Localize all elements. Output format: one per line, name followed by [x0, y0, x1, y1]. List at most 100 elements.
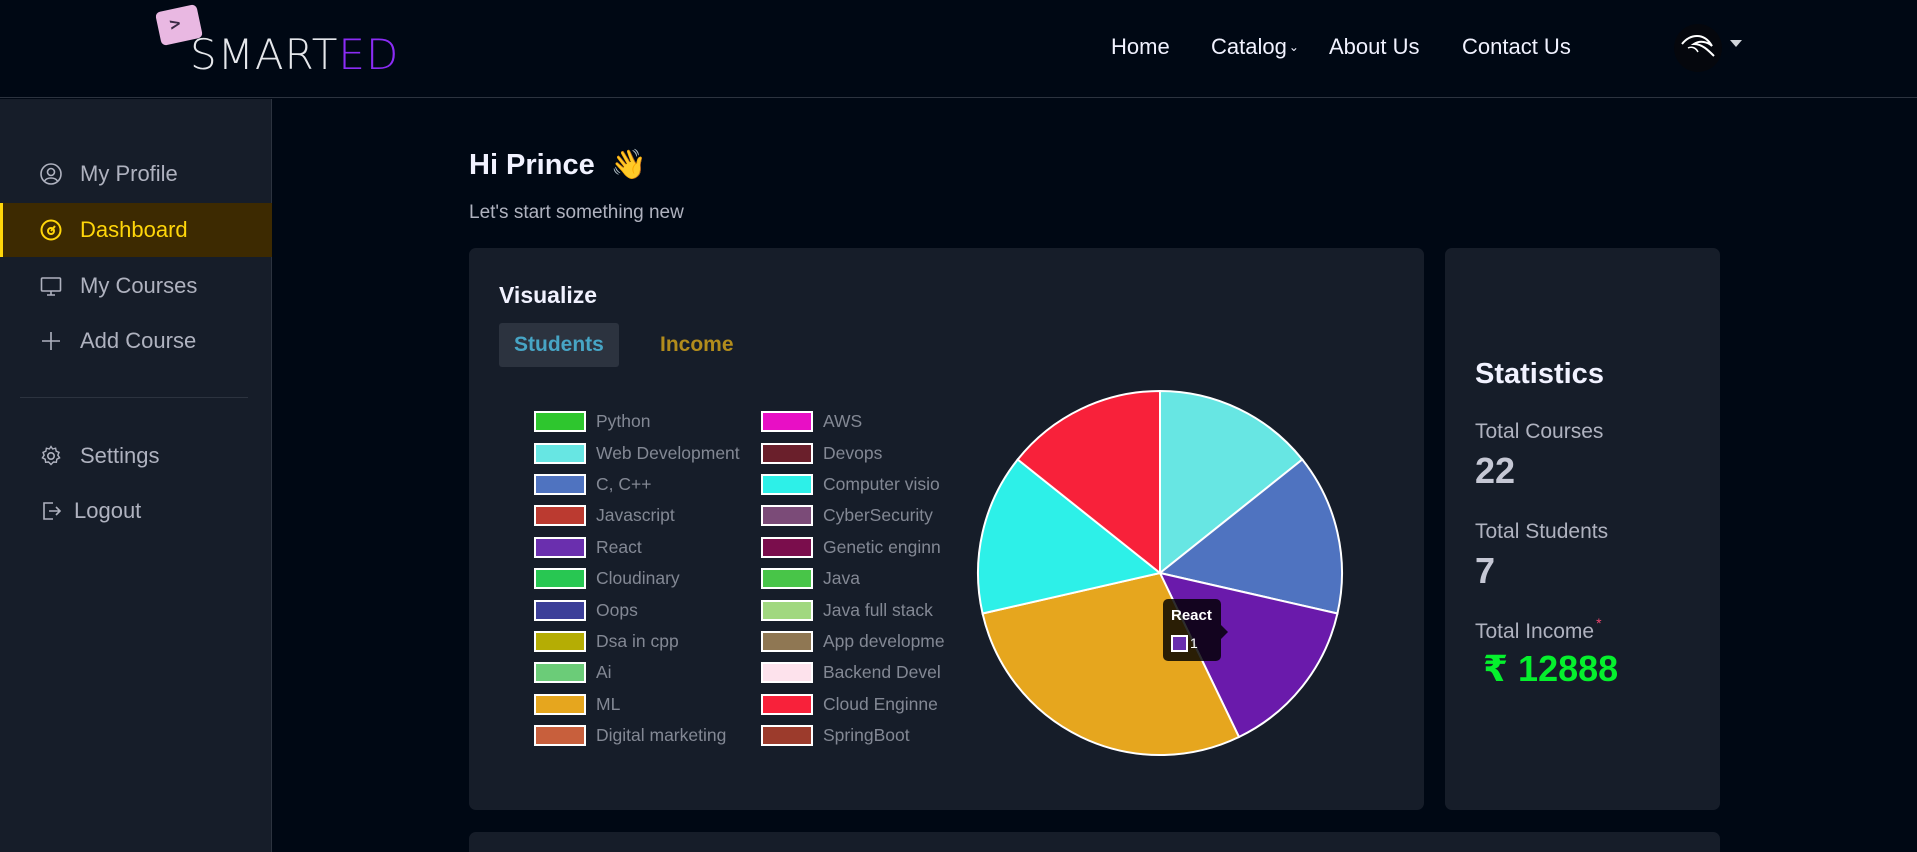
legend-item[interactable]: C, C++ [534, 469, 740, 500]
nav-catalog-link[interactable]: Catalog ⌄ [1211, 34, 1299, 60]
legend-item[interactable]: Backend Devel [761, 657, 957, 688]
chevron-down-icon: ⌄ [1288, 40, 1299, 54]
sidebar-item-my-courses[interactable]: My Courses [0, 259, 272, 313]
legend-item[interactable]: Javascript [534, 500, 740, 531]
logo-text: SMARTED [190, 30, 400, 79]
legend-label: CyberSecurity [823, 505, 933, 526]
legend-label: SpringBoot [823, 725, 910, 746]
total-students-label: Total Students [1475, 520, 1609, 543]
legend-label: React [596, 536, 642, 557]
tooltip-value: 1 [1190, 635, 1198, 651]
legend-swatch [761, 630, 813, 652]
legend-item[interactable]: React [534, 532, 740, 563]
legend-item[interactable]: Cloud Enginne [761, 689, 957, 720]
statistics-card: Statistics Total Courses 22 Total Studen… [1445, 248, 1720, 810]
sidebar-item-my-profile[interactable]: My Profile [0, 147, 272, 201]
smarted-logo[interactable]: SMARTED [154, 4, 400, 79]
legend-item[interactable]: Cloudinary [534, 563, 740, 594]
legend-item[interactable]: Dsa in cpp [534, 626, 740, 657]
sidebar-item-logout[interactable]: Logout [0, 484, 272, 538]
students-pie-chart[interactable] [975, 388, 1345, 758]
nav-home-link[interactable]: Home [1111, 34, 1170, 60]
visualize-title: Visualize [499, 282, 598, 308]
legend-label: Web Development [596, 442, 740, 463]
legend-label: Cloudinary [596, 568, 680, 589]
nav-contact-link[interactable]: Contact Us [1462, 34, 1571, 60]
legend-label: ML [596, 693, 621, 714]
legend-item[interactable]: SpringBoot [761, 720, 957, 751]
greeting-text: Hi Prince [469, 149, 595, 181]
legend-item[interactable]: Java full stack [761, 594, 957, 625]
legend-item[interactable]: Java [761, 563, 957, 594]
legend-item[interactable]: Python [534, 406, 740, 437]
visualize-card: Visualize Students Income Python Web Deve… [469, 248, 1424, 810]
nav-catalog-label: Catalog [1211, 34, 1287, 59]
legend-swatch [761, 693, 813, 715]
total-courses-value: 22 [1475, 450, 1516, 491]
required-mark: * [1596, 615, 1602, 631]
legend-swatch [534, 725, 586, 747]
total-income-text: Total Income [1475, 620, 1595, 643]
legend-item[interactable]: Ai [534, 657, 740, 688]
legend-item[interactable]: App developme [761, 626, 957, 657]
sidebar-item-dashboard[interactable]: Dashboard [0, 203, 272, 257]
legend-label: Oops [596, 599, 638, 620]
legend-swatch [534, 630, 586, 652]
legend-item[interactable]: ML [534, 689, 740, 720]
sidebar: My Profile Dashboard My Courses Add Cour… [0, 99, 272, 852]
top-navbar: SMARTED Home Catalog⌄ About Us Contact U… [0, 0, 1917, 98]
legend-item[interactable]: Web Development [534, 437, 740, 468]
tab-students[interactable]: Students [499, 323, 619, 367]
legend-label: Backend Devel [823, 662, 941, 683]
plus-icon [38, 328, 64, 354]
total-students-value: 7 [1475, 550, 1496, 591]
total-income-label: Total Income * [1475, 615, 1602, 644]
legend-label: Java full stack [823, 599, 933, 620]
legend-item[interactable]: Digital marketing [534, 720, 740, 751]
statistics-title: Statistics [1475, 358, 1604, 390]
caret-down-icon[interactable] [1730, 40, 1742, 47]
waving-hand-icon: 👋 [610, 149, 647, 181]
legend-item[interactable]: CyberSecurity [761, 500, 957, 531]
chart-legend-right: AWS Devops Computer visio CyberSecurity Gene… [761, 406, 957, 751]
legend-label: App developme [823, 630, 945, 651]
sidebar-item-label: Dashboard [80, 217, 188, 242]
legend-item[interactable]: Genetic enginn [761, 532, 957, 563]
legend-item[interactable]: AWS [761, 406, 957, 437]
legend-swatch [761, 662, 813, 684]
legend-item[interactable]: Computer visio [761, 469, 957, 500]
page-subtitle: Let's start something new [469, 202, 684, 223]
legend-label: Genetic enginn [823, 536, 941, 557]
legend-swatch [761, 505, 813, 527]
tooltip-title: React [1171, 607, 1212, 624]
page-title: Hi Prince 👋 [469, 148, 647, 182]
legend-label: AWS [823, 411, 863, 432]
legend-swatch [534, 536, 586, 558]
sidebar-item-label: Settings [80, 443, 160, 468]
user-circle-icon [38, 161, 64, 187]
nav-about-link[interactable]: About Us [1329, 34, 1420, 60]
sidebar-item-label: Add Course [80, 328, 197, 353]
sidebar-item-add-course[interactable]: Add Course [0, 314, 272, 368]
legend-swatch [761, 442, 813, 464]
legend-label: Digital marketing [596, 725, 727, 746]
legend-label: Dsa in cpp [596, 630, 679, 651]
legend-label: Devops [823, 442, 883, 463]
dashboard-gauge-icon [38, 217, 64, 243]
sidebar-item-label: My Profile [80, 161, 178, 186]
avatar[interactable] [1674, 24, 1722, 72]
legend-label: Java [823, 568, 860, 589]
tooltip-arrow [1221, 625, 1228, 639]
legend-label: C, C++ [596, 473, 652, 494]
legend-item[interactable]: Devops [761, 437, 957, 468]
legend-swatch [761, 473, 813, 495]
legend-item[interactable]: Oops [534, 594, 740, 625]
sidebar-item-label: Logout [74, 498, 142, 523]
sidebar-item-settings[interactable]: Settings [0, 429, 272, 483]
legend-swatch [534, 505, 586, 527]
legend-swatch [534, 411, 586, 433]
legend-swatch [761, 599, 813, 621]
legend-swatch [534, 662, 586, 684]
legend-swatch [534, 473, 586, 495]
tab-income[interactable]: Income [645, 323, 749, 367]
